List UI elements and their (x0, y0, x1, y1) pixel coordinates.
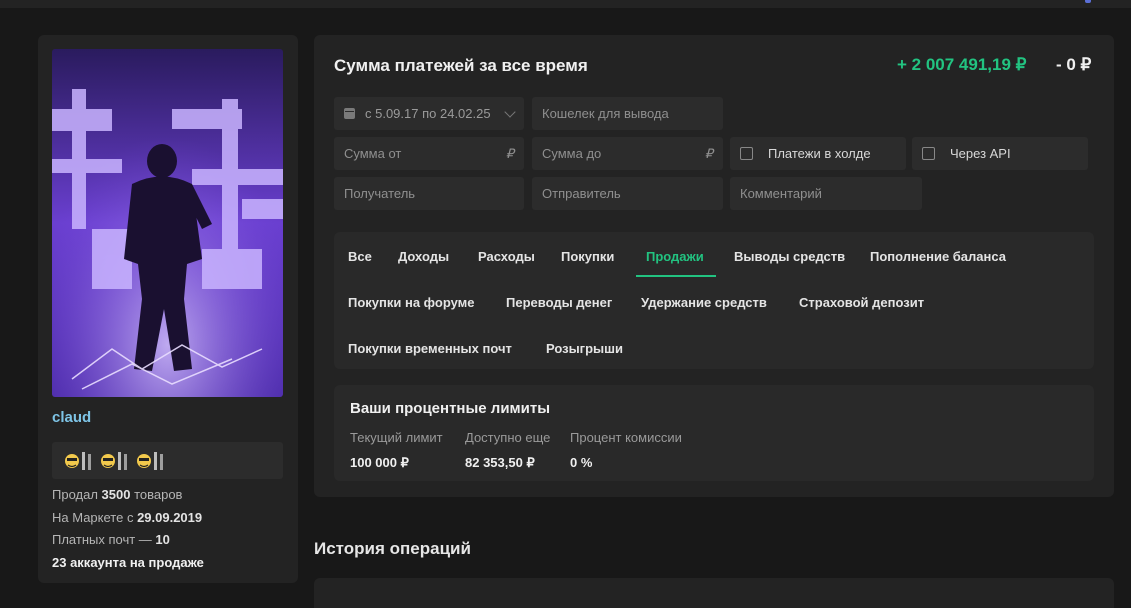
tab-all[interactable]: Все (348, 249, 372, 264)
limits-title: Ваши процентные лимиты (350, 400, 551, 417)
checkbox-icon[interactable] (740, 147, 753, 160)
percent-limits-card: Ваши процентные лимиты Текущий лимит 100… (334, 385, 1094, 481)
current-limit-value: 100 000 ₽ (350, 455, 409, 470)
badge-icon[interactable] (134, 449, 166, 473)
tab-balance-topup[interactable]: Пополнение баланса (870, 249, 1006, 264)
user-badges (52, 442, 283, 479)
tab-purchases[interactable]: Покупки (561, 249, 614, 264)
sum-from-input[interactable] (344, 146, 502, 161)
sum-to-field[interactable]: ₽ (532, 137, 723, 170)
recipient-input[interactable] (344, 186, 514, 201)
checkbox-icon[interactable] (922, 147, 935, 160)
top-bar (0, 0, 1131, 8)
wallet-field[interactable] (532, 97, 723, 130)
tab-temp-mail-purchases[interactable]: Покупки временных почт (348, 341, 512, 356)
sum-from-field[interactable]: ₽ (334, 137, 524, 170)
hold-payments-checkbox[interactable]: Платежи в холде (730, 137, 906, 170)
current-limit-label: Текущий лимит (350, 430, 443, 445)
tab-withdrawals[interactable]: Выводы средств (734, 249, 845, 264)
page-title: Сумма платежей за все время (334, 56, 588, 75)
tab-insurance-deposit[interactable]: Страховой депозит (799, 295, 924, 310)
calendar-icon (344, 108, 355, 119)
outcome-total: - 0 ₽ (1056, 55, 1092, 74)
income-total: + 2 007 491,19 ₽ (897, 55, 1027, 74)
badge-icon[interactable] (62, 449, 94, 473)
sender-input[interactable] (542, 186, 713, 201)
comment-input[interactable] (740, 186, 912, 201)
tab-funds-hold[interactable]: Удержание средств (641, 295, 767, 310)
history-panel (314, 578, 1114, 608)
commission-value: 0 % (570, 455, 593, 470)
stat-market-since: На Маркете с 29.09.2019 (52, 510, 203, 525)
date-range-value: с 5.09.17 по 24.02.25 (365, 106, 491, 121)
history-title: История операций (314, 539, 471, 558)
notification-indicator[interactable] (1085, 0, 1091, 3)
available-label: Доступно еще (465, 430, 551, 445)
commission-label: Процент комиссии (570, 430, 682, 445)
tab-sales[interactable]: Продажи (646, 249, 704, 264)
badge-icon[interactable] (98, 449, 130, 473)
via-api-checkbox[interactable]: Через API (912, 137, 1088, 170)
recipient-field[interactable] (334, 177, 524, 210)
payments-panel: Сумма платежей за все время + 2 007 491,… (314, 35, 1114, 497)
wallet-input[interactable] (542, 106, 713, 121)
tab-money-transfers[interactable]: Переводы денег (506, 295, 612, 310)
username[interactable]: claud (52, 409, 91, 426)
chevron-down-icon (504, 105, 516, 118)
via-api-label: Через API (950, 146, 1011, 161)
date-range-picker[interactable]: с 5.09.17 по 24.02.25 (334, 97, 524, 130)
available-value: 82 353,50 ₽ (465, 455, 535, 470)
avatar[interactable] (52, 49, 283, 397)
ruble-icon: ₽ (505, 145, 514, 161)
sum-to-input[interactable] (542, 146, 701, 161)
sender-field[interactable] (532, 177, 723, 210)
hold-payments-label: Платежи в холде (768, 146, 871, 161)
tab-giveaways[interactable]: Розыгрыши (546, 341, 623, 356)
accounts-on-sale-link[interactable]: 23 аккаунта на продаже (52, 555, 204, 570)
tab-forum-purchases[interactable]: Покупки на форуме (348, 295, 475, 310)
operation-type-tabs: Все Доходы Расходы Покупки Продажи Вывод… (334, 232, 1094, 369)
tab-income[interactable]: Доходы (398, 249, 449, 264)
stat-paid-mails: Платных почт — 10 (52, 532, 170, 547)
stat-sold: Продал 3500 товаров (52, 487, 183, 502)
active-tab-indicator (636, 275, 716, 277)
comment-field[interactable] (730, 177, 922, 210)
tab-expenses[interactable]: Расходы (478, 249, 535, 264)
profile-card: claud Продал 3500 товаров На Маркете с 2… (38, 35, 298, 583)
ruble-icon: ₽ (704, 145, 713, 161)
